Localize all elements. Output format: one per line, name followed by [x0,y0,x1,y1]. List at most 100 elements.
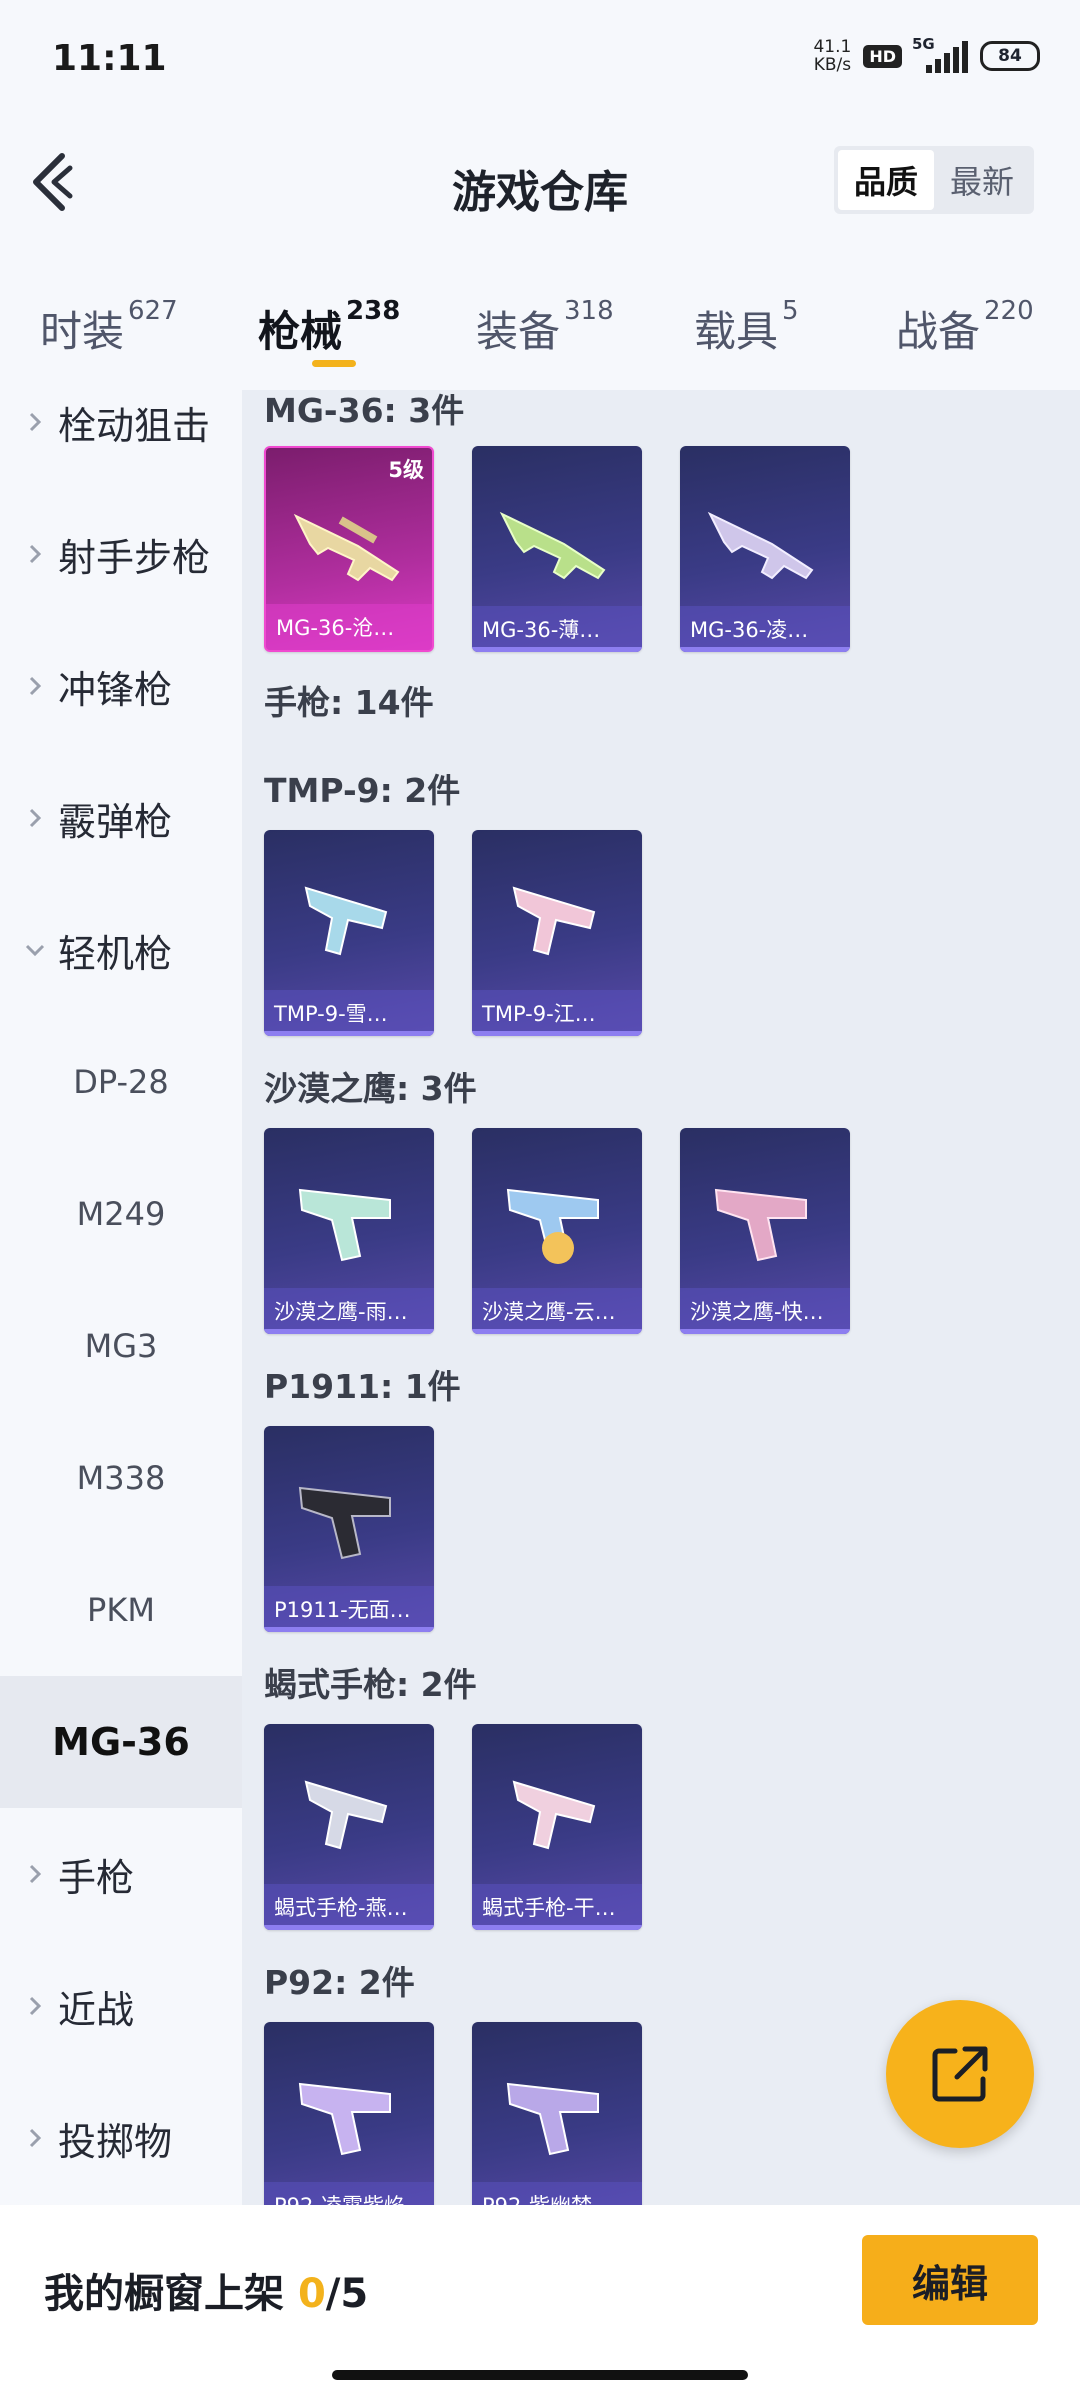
sidebar-subitem-dp28[interactable]: DP-28 [0,1016,242,1148]
weapon-grid: MG-36: 3件 5级 MG-36-沧… MG-36-薄… MG-36-凌… … [242,390,1080,2205]
weapon-card[interactable]: 蝎式手枪-燕… [264,1724,434,1930]
sidebar-item-marksman[interactable]: 射手步枪 [0,488,242,620]
pistol-icon [304,1780,388,1850]
network-speed-unit: KB/s [813,55,852,75]
showcase-label: 我的橱窗上架 0/5 [44,2261,368,2319]
sidebar-subitem-pkm[interactable]: PKM [0,1544,242,1676]
rifle-icon [293,513,400,582]
edit-button[interactable]: 编辑 [862,2235,1038,2325]
weapon-name: MG-36-沧… [266,604,432,650]
tab-fashion[interactable]: 时装 627 [40,296,178,359]
tab-label: 装备 [476,307,561,356]
weapon-name: MG-36-薄… [472,606,642,652]
weapon-name: 蝎式手枪-燕… [264,1884,434,1930]
tab-firearms[interactable]: 枪械 238 [258,296,401,359]
sidebar-item-shotgun[interactable]: 霰弹枪 [0,752,242,884]
home-indicator[interactable] [332,2370,748,2380]
chevron-right-icon [29,1864,42,1884]
pistol-icon [298,1486,391,1560]
weapon-name: 沙漠之鹰-快… [680,1288,850,1334]
weapon-card[interactable]: 沙漠之鹰-快… [680,1128,850,1334]
chevron-right-icon [29,412,42,432]
tab-label: 载具 [694,307,779,356]
sidebar-subitem-mg3[interactable]: MG3 [0,1280,242,1412]
hd-badge: HD [863,44,902,68]
group-title: 蝎式手枪: 2件 [264,1665,477,1704]
sidebar-item-lmg[interactable]: 轻机枪 [0,884,242,1016]
tab-count: 627 [128,296,178,326]
sidebar-item-label: 冲锋枪 [58,667,173,712]
category-tabs: 时装 627 枪械 238 装备 318 载具 5 战备 220 [0,250,1080,390]
share-button[interactable] [886,2000,1034,2148]
sidebar-item-label: 射手步枪 [58,535,211,580]
chevron-right-icon [29,544,42,564]
sidebar-item-label: 近战 [58,1987,135,2032]
pistol-icon [298,2082,391,2156]
tab-label: 时装 [40,307,125,356]
weapon-card[interactable]: 蝎式手枪-干… [472,1724,642,1930]
sidebar-item-throwable[interactable]: 投掷物 [0,2072,242,2204]
pistol-icon [512,1780,596,1850]
weapon-name: TMP-9-雪… [264,990,434,1036]
weapon-card[interactable]: MG-36-薄… [472,446,642,652]
pistol-icon [298,1188,391,1262]
status-time: 11:11 [52,38,167,79]
weapon-name: 沙漠之鹰-云… [472,1288,642,1334]
status-icons: 41.1 KB/s HD 5G 84 [813,35,1040,75]
showcase-used-count: 0 [297,2271,326,2317]
sidebar-item-label: 手枪 [58,1855,135,1900]
pistol-icon [304,886,388,956]
battery-icon: 84 [980,41,1040,71]
signal-icon: 5G [912,35,968,73]
sidebar-item-label: 轻机枪 [58,931,173,976]
sidebar-subitem-m249[interactable]: M249 [0,1148,242,1280]
pistol-icon [506,1188,599,1264]
group-title: P1911: 1件 [264,1367,461,1406]
tab-count: 5 [782,296,799,326]
rifle-icon [499,511,606,580]
weapon-card[interactable]: P92-紫幽梦 [472,2022,642,2205]
weapon-card[interactable]: TMP-9-江… [472,830,642,1036]
sidebar-subitem-m338[interactable]: M338 [0,1412,242,1544]
pistol-icon [714,1188,807,1262]
weapon-category-sidebar: 栓动狙击 射手步枪 冲锋枪 霰弹枪 轻机枪 DP-28 M249 MG3 M33… [0,390,242,2205]
sidebar-subitem-mg36[interactable]: MG-36 [0,1676,242,1808]
chevron-right-icon [29,2128,42,2148]
sidebar-item-label: 栓动狙击 [58,403,211,448]
weapon-card[interactable]: P92-凌霄紫焰 [264,2022,434,2205]
level-badge: 5级 [388,458,424,482]
weapon-card[interactable]: 沙漠之鹰-雨… [264,1128,434,1334]
group-title: 沙漠之鹰: 3件 [264,1069,477,1108]
sidebar-item-label: 投掷物 [58,2119,173,2164]
active-tab-indicator [312,360,356,367]
weapon-card[interactable]: 5级 MG-36-沧… [264,446,434,652]
showcase-text: 我的橱窗上架 [44,2271,298,2317]
weapon-name: P92-紫幽梦 [472,2182,642,2205]
sort-latest-button[interactable]: 最新 [934,150,1030,210]
sidebar-item-pistol[interactable]: 手枪 [0,1808,242,1940]
showcase-total: /5 [325,2271,369,2317]
chevron-right-icon [29,1996,42,2016]
tab-equipment[interactable]: 装备 318 [476,296,614,359]
sidebar-item-melee[interactable]: 近战 [0,1940,242,2072]
group-title: TMP-9: 2件 [264,771,461,810]
sidebar-item-smg[interactable]: 冲锋枪 [0,620,242,752]
group-title: MG-36: 3件 [264,391,465,430]
tab-label: 枪械 [258,307,343,356]
sort-quality-button[interactable]: 品质 [837,150,934,210]
tab-vehicles[interactable]: 载具 5 [694,296,799,359]
weapon-card[interactable]: 沙漠之鹰-云… [472,1128,642,1334]
group-title: 手枪: 14件 [264,683,434,722]
tab-count: 238 [346,296,401,326]
tab-count: 220 [984,296,1034,326]
weapon-card[interactable]: P1911-无面… [264,1426,434,1632]
status-bar: 11:11 41.1 KB/s HD 5G 84 [0,0,1080,120]
sidebar-item-bolt-sniper[interactable]: 栓动狙击 [0,390,242,488]
weapon-name: MG-36-凌… [680,606,850,652]
weapon-card[interactable]: MG-36-凌… [680,446,850,652]
pistol-icon [506,2082,599,2156]
share-icon [932,2046,988,2102]
tab-supplies[interactable]: 战备 220 [896,296,1034,359]
tab-count: 318 [564,296,614,326]
weapon-card[interactable]: TMP-9-雪… [264,830,434,1036]
